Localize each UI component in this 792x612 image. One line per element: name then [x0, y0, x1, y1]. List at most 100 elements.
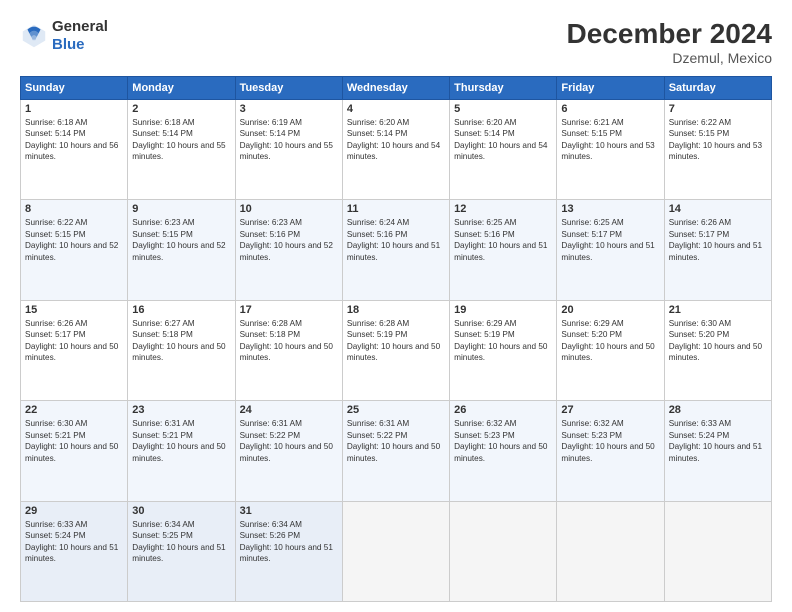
- table-row: 26Sunrise: 6:32 AMSunset: 5:23 PMDayligh…: [450, 401, 557, 501]
- day-number: 29: [25, 505, 123, 517]
- table-row: 11 Sunrise: 6:24 AMSunset: 5:16 PMDayligh…: [342, 200, 449, 300]
- table-row: 29 Sunrise: 6:33 AMSunset: 5:24 PMDayligh…: [21, 501, 128, 601]
- day-number: 5: [454, 103, 552, 115]
- table-row: 6 Sunrise: 6:21 AMSunset: 5:15 PMDaylight…: [557, 100, 664, 200]
- calendar-week-row: 8 Sunrise: 6:22 AMSunset: 5:15 PMDaylight…: [21, 200, 772, 300]
- day-number: 25: [347, 404, 445, 416]
- cell-info: Sunrise: 6:18 AMSunset: 5:14 PMDaylight:…: [25, 117, 123, 163]
- cell-info: Sunrise: 6:32 AMSunset: 5:23 PMDaylight:…: [561, 418, 659, 464]
- calendar-header-row: Sunday Monday Tuesday Wednesday Thursday…: [21, 77, 772, 100]
- cell-info: Sunrise: 6:28 AMSunset: 5:18 PMDaylight:…: [240, 318, 338, 364]
- table-row: 28 Sunrise: 6:33 AMSunset: 5:24 PMDayligh…: [664, 401, 771, 501]
- day-number: 15: [25, 304, 123, 316]
- calendar-week-row: 22 Sunrise: 6:30 AMSunset: 5:21 PMDayligh…: [21, 401, 772, 501]
- day-number: 28: [669, 404, 767, 416]
- day-number: 8: [25, 203, 123, 215]
- day-number: 9: [132, 203, 230, 215]
- day-number: 7: [669, 103, 767, 115]
- table-row: [557, 501, 664, 601]
- table-row: 19Sunrise: 6:29 AMSunset: 5:19 PMDayligh…: [450, 300, 557, 400]
- table-row: [664, 501, 771, 601]
- logo-icon: [20, 22, 48, 50]
- table-row: 4 Sunrise: 6:20 AMSunset: 5:14 PMDaylight…: [342, 100, 449, 200]
- col-wednesday: Wednesday: [342, 77, 449, 100]
- table-row: 31Sunrise: 6:34 AMSunset: 5:26 PMDayligh…: [235, 501, 342, 601]
- table-row: 22 Sunrise: 6:30 AMSunset: 5:21 PMDayligh…: [21, 401, 128, 501]
- cell-info: Sunrise: 6:25 AMSunset: 5:16 PMDaylight:…: [454, 217, 552, 263]
- table-row: 5 Sunrise: 6:20 AMSunset: 5:14 PMDaylight…: [450, 100, 557, 200]
- table-row: 8 Sunrise: 6:22 AMSunset: 5:15 PMDaylight…: [21, 200, 128, 300]
- table-row: 14Sunrise: 6:26 AMSunset: 5:17 PMDayligh…: [664, 200, 771, 300]
- day-number: 18: [347, 304, 445, 316]
- table-row: 16Sunrise: 6:27 AMSunset: 5:18 PMDayligh…: [128, 300, 235, 400]
- cell-info: Sunrise: 6:21 AMSunset: 5:15 PMDaylight:…: [561, 117, 659, 163]
- col-thursday: Thursday: [450, 77, 557, 100]
- calendar-table: Sunday Monday Tuesday Wednesday Thursday…: [20, 76, 772, 602]
- table-row: 23 Sunrise: 6:31 AMSunset: 5:21 PMDayligh…: [128, 401, 235, 501]
- table-row: 1 Sunrise: 6:18 AMSunset: 5:14 PMDaylight…: [21, 100, 128, 200]
- logo-text: General Blue: [52, 18, 108, 54]
- cell-info: Sunrise: 6:34 AMSunset: 5:25 PMDaylight:…: [132, 519, 230, 565]
- cell-info: Sunrise: 6:23 AMSunset: 5:15 PMDaylight:…: [132, 217, 230, 263]
- cell-info: Sunrise: 6:22 AMSunset: 5:15 PMDaylight:…: [669, 117, 767, 163]
- cell-info: Sunrise: 6:20 AMSunset: 5:14 PMDaylight:…: [347, 117, 445, 163]
- table-row: 25 Sunrise: 6:31 AMSunset: 5:22 PMDayligh…: [342, 401, 449, 501]
- table-row: 30 Sunrise: 6:34 AMSunset: 5:25 PMDayligh…: [128, 501, 235, 601]
- table-row: 9 Sunrise: 6:23 AMSunset: 5:15 PMDaylight…: [128, 200, 235, 300]
- calendar-week-row: 29 Sunrise: 6:33 AMSunset: 5:24 PMDayligh…: [21, 501, 772, 601]
- day-number: 13: [561, 203, 659, 215]
- cell-info: Sunrise: 6:24 AMSunset: 5:16 PMDaylight:…: [347, 217, 445, 263]
- col-saturday: Saturday: [664, 77, 771, 100]
- cell-info: Sunrise: 6:28 AMSunset: 5:19 PMDaylight:…: [347, 318, 445, 364]
- cell-info: Sunrise: 6:30 AMSunset: 5:21 PMDaylight:…: [25, 418, 123, 464]
- table-row: 12 Sunrise: 6:25 AMSunset: 5:16 PMDayligh…: [450, 200, 557, 300]
- day-number: 12: [454, 203, 552, 215]
- table-row: 24Sunrise: 6:31 AMSunset: 5:22 PMDayligh…: [235, 401, 342, 501]
- table-row: 13 Sunrise: 6:25 AMSunset: 5:17 PMDayligh…: [557, 200, 664, 300]
- table-row: 27 Sunrise: 6:32 AMSunset: 5:23 PMDayligh…: [557, 401, 664, 501]
- day-number: 1: [25, 103, 123, 115]
- day-number: 22: [25, 404, 123, 416]
- day-number: 24: [240, 404, 338, 416]
- cell-info: Sunrise: 6:29 AMSunset: 5:20 PMDaylight:…: [561, 318, 659, 364]
- col-monday: Monday: [128, 77, 235, 100]
- col-tuesday: Tuesday: [235, 77, 342, 100]
- logo-line2: Blue: [52, 36, 108, 54]
- cell-info: Sunrise: 6:32 AMSunset: 5:23 PMDaylight:…: [454, 418, 552, 464]
- day-number: 30: [132, 505, 230, 517]
- page: General Blue December 2024 Dzemul, Mexic…: [0, 0, 792, 612]
- cell-info: Sunrise: 6:18 AMSunset: 5:14 PMDaylight:…: [132, 117, 230, 163]
- day-number: 4: [347, 103, 445, 115]
- cell-info: Sunrise: 6:22 AMSunset: 5:15 PMDaylight:…: [25, 217, 123, 263]
- day-number: 16: [132, 304, 230, 316]
- cell-info: Sunrise: 6:31 AMSunset: 5:22 PMDaylight:…: [347, 418, 445, 464]
- table-row: 2Sunrise: 6:18 AMSunset: 5:14 PMDaylight…: [128, 100, 235, 200]
- day-number: 6: [561, 103, 659, 115]
- table-row: 21Sunrise: 6:30 AMSunset: 5:20 PMDayligh…: [664, 300, 771, 400]
- cell-info: Sunrise: 6:33 AMSunset: 5:24 PMDaylight:…: [669, 418, 767, 464]
- day-number: 14: [669, 203, 767, 215]
- logo-line1: General: [52, 18, 108, 36]
- subtitle: Dzemul, Mexico: [567, 50, 772, 66]
- calendar-week-row: 15 Sunrise: 6:26 AMSunset: 5:17 PMDayligh…: [21, 300, 772, 400]
- day-number: 17: [240, 304, 338, 316]
- cell-info: Sunrise: 6:26 AMSunset: 5:17 PMDaylight:…: [25, 318, 123, 364]
- table-row: 3Sunrise: 6:19 AMSunset: 5:14 PMDaylight…: [235, 100, 342, 200]
- title-block: December 2024 Dzemul, Mexico: [567, 18, 772, 66]
- cell-info: Sunrise: 6:25 AMSunset: 5:17 PMDaylight:…: [561, 217, 659, 263]
- table-row: 10Sunrise: 6:23 AMSunset: 5:16 PMDayligh…: [235, 200, 342, 300]
- cell-info: Sunrise: 6:20 AMSunset: 5:14 PMDaylight:…: [454, 117, 552, 163]
- day-number: 3: [240, 103, 338, 115]
- cell-info: Sunrise: 6:31 AMSunset: 5:21 PMDaylight:…: [132, 418, 230, 464]
- day-number: 19: [454, 304, 552, 316]
- day-number: 11: [347, 203, 445, 215]
- table-row: 17 Sunrise: 6:28 AMSunset: 5:18 PMDayligh…: [235, 300, 342, 400]
- table-row: [450, 501, 557, 601]
- day-number: 23: [132, 404, 230, 416]
- day-number: 27: [561, 404, 659, 416]
- cell-info: Sunrise: 6:23 AMSunset: 5:16 PMDaylight:…: [240, 217, 338, 263]
- table-row: 7 Sunrise: 6:22 AMSunset: 5:15 PMDaylight…: [664, 100, 771, 200]
- col-friday: Friday: [557, 77, 664, 100]
- main-title: December 2024: [567, 18, 772, 50]
- cell-info: Sunrise: 6:33 AMSunset: 5:24 PMDaylight:…: [25, 519, 123, 565]
